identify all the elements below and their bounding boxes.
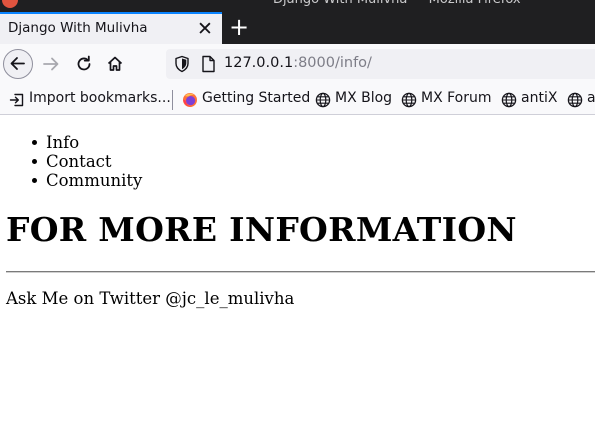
page-content: Info Contact Community FOR MORE INFORMAT… <box>0 116 595 431</box>
nav-link-info: Info <box>31 133 142 152</box>
arrow-right-icon <box>43 57 59 71</box>
forward-button[interactable] <box>38 50 66 78</box>
bookmarks-toolbar: Import bookmarks... Getting Started MX B… <box>0 84 595 115</box>
bookmark-label: MX Blog <box>335 90 393 106</box>
globe-icon <box>567 92 583 108</box>
back-button[interactable] <box>3 49 33 79</box>
bookmark-label: antiX <box>521 90 558 106</box>
bookmark-label: Getting Started <box>202 90 311 106</box>
firefox-icon <box>183 93 197 107</box>
bookmark-label: Import bookmarks... <box>29 90 171 106</box>
nav-link-contact: Contact <box>31 152 142 171</box>
home-button[interactable] <box>101 50 129 78</box>
globe-icon <box>315 92 331 108</box>
globe-icon <box>401 92 417 108</box>
page-heading: FOR MORE INFORMATION <box>6 210 517 249</box>
bookmark-label: a <box>587 90 595 106</box>
window-close-icon[interactable] <box>2 0 18 8</box>
reload-button[interactable] <box>70 50 98 78</box>
globe-icon <box>501 92 517 108</box>
window-title: Django With Mulivha — Mozilla Firefox <box>273 0 521 8</box>
url-host: 127.0.0.1 <box>224 55 294 71</box>
tab-title: Django With Mulivha <box>8 20 148 36</box>
reload-icon <box>77 55 91 71</box>
import-icon <box>9 93 24 107</box>
tab-close-icon[interactable]: ✕ <box>194 18 216 40</box>
tab-active[interactable]: Django With Mulivha ✕ <box>0 12 222 44</box>
window-titlebar: Django With Mulivha — Mozilla Firefox <box>0 0 595 12</box>
bookmarks-separator <box>172 90 173 110</box>
url-text[interactable]: 127.0.0.1:8000/info/ <box>224 55 372 71</box>
footer-text: Ask Me on Twitter @jc_le_mulivha <box>6 289 295 308</box>
url-path: :8000/info/ <box>293 55 372 71</box>
bookmark-label: MX Forum <box>421 90 492 106</box>
page-nav-list: Info Contact Community <box>31 133 143 190</box>
new-tab-button[interactable]: + <box>228 14 250 40</box>
nav-link-community: Community <box>31 171 143 190</box>
address-bar[interactable]: 127.0.0.1:8000/info/ <box>166 49 595 79</box>
page-info-icon[interactable] <box>200 55 216 73</box>
navigation-toolbar: 127.0.0.1:8000/info/ <box>0 44 595 84</box>
tab-strip: Django With Mulivha ✕ + <box>0 12 595 44</box>
arrow-left-icon <box>10 57 25 70</box>
shield-icon[interactable] <box>174 55 190 73</box>
home-icon <box>107 56 123 71</box>
horizontal-rule <box>6 271 595 273</box>
